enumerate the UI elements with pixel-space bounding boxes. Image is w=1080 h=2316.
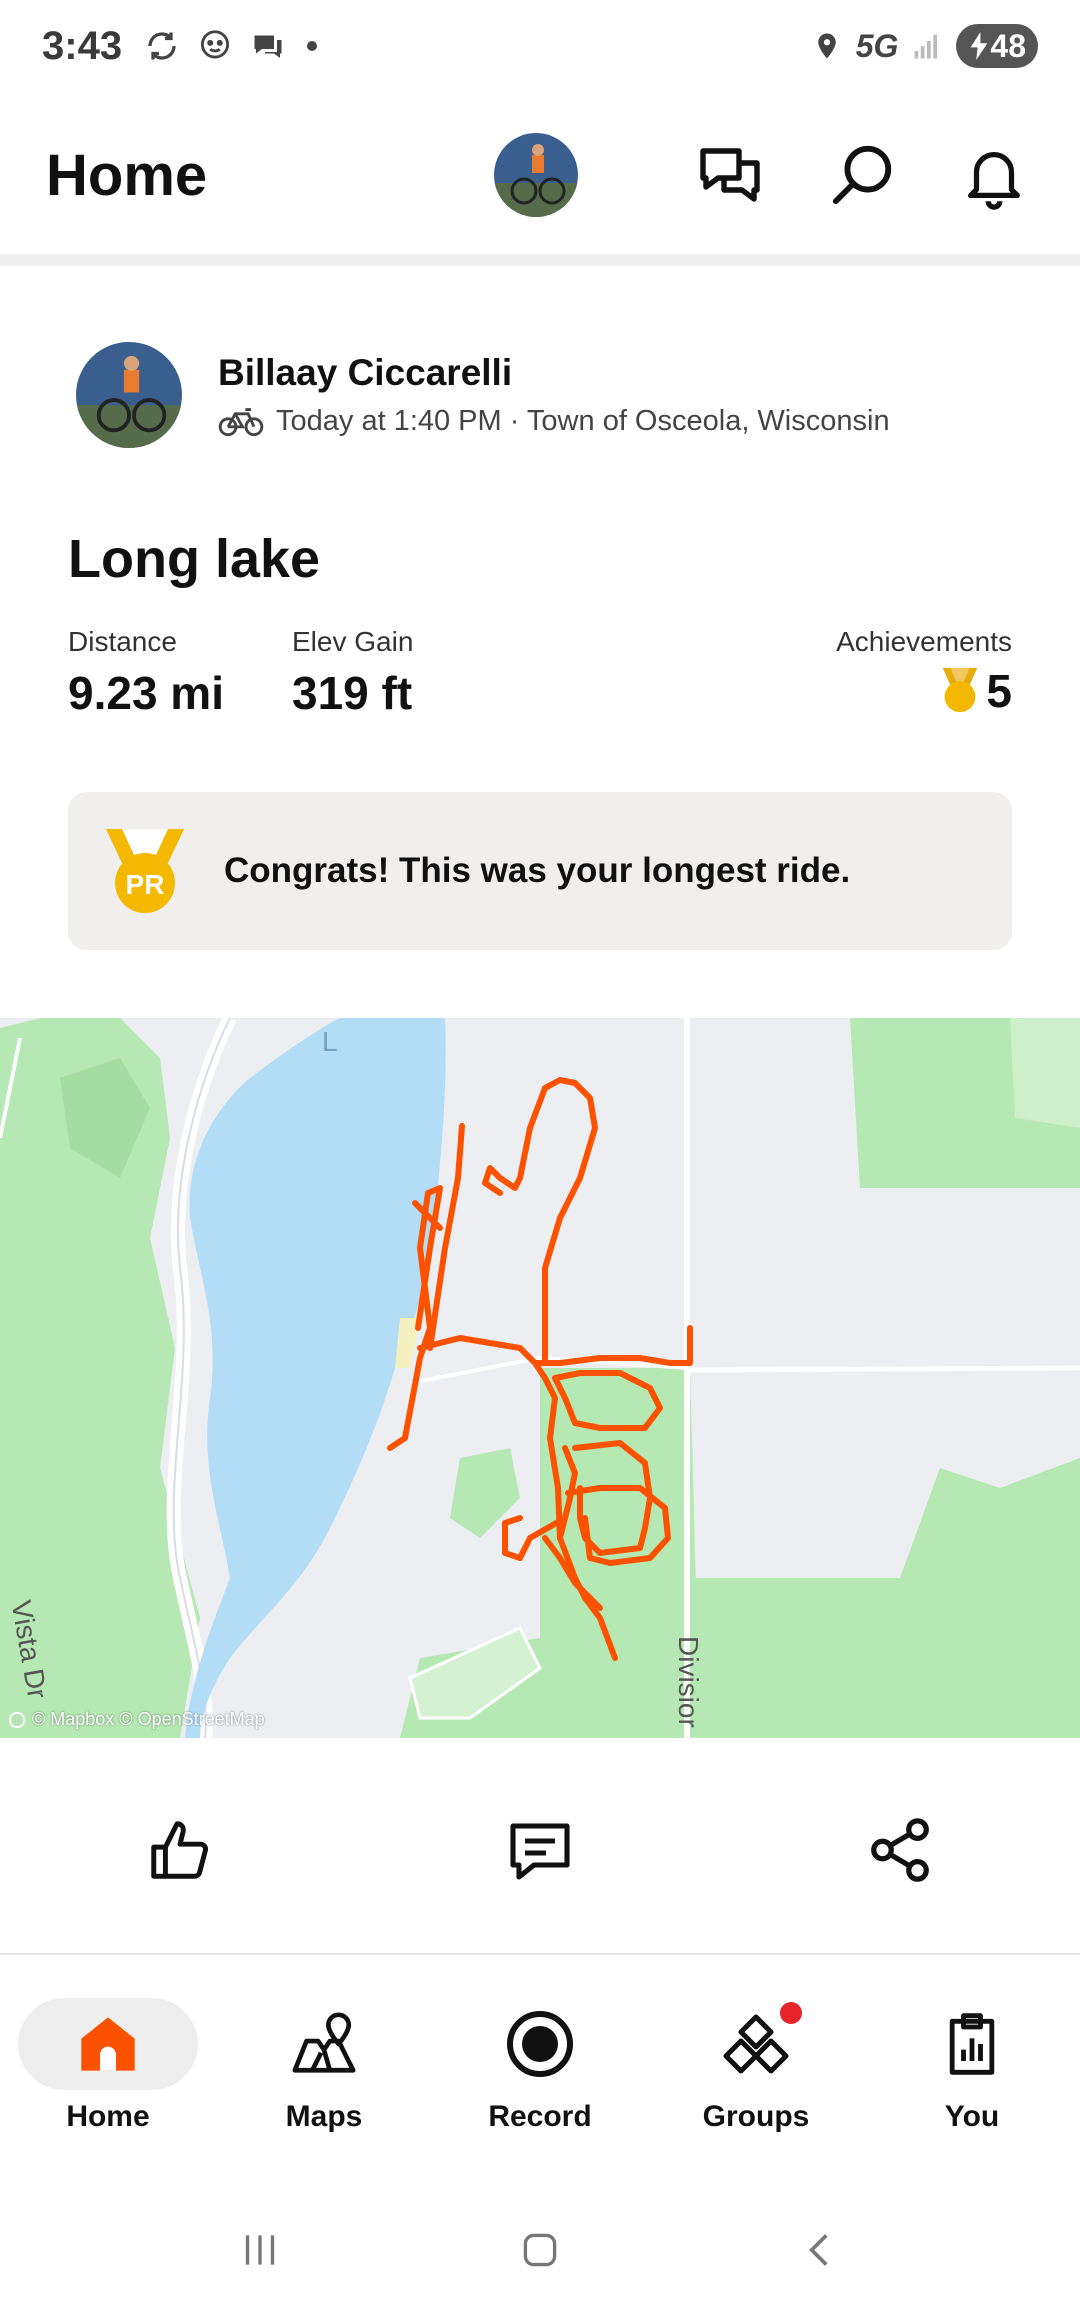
- comment-icon: [510, 1823, 570, 1880]
- pr-medal-icon: PR: [106, 829, 184, 913]
- pr-banner-text: Congrats! This was your longest ride.: [224, 851, 851, 890]
- nav-groups-label: Groups: [702, 2100, 810, 2133]
- map-label-divisior: Divisior: [673, 1636, 704, 1728]
- search-button[interactable]: [822, 135, 902, 215]
- stat-achievements-label: Achievements: [836, 626, 1012, 657]
- stat-distance: Distance 9.23 mi: [68, 626, 224, 720]
- achievements-row: 5: [836, 664, 1012, 718]
- athlete-info: Billaay Ciccarelli Today at 1:40 PM · To…: [218, 352, 890, 438]
- achievements-count: 5: [986, 665, 1012, 717]
- back-icon[interactable]: [795, 2225, 845, 2275]
- location-icon: [817, 33, 836, 59]
- dot-icon: [307, 41, 318, 51]
- status-time: 3:43: [42, 23, 123, 68]
- signal-icon: [914, 34, 938, 59]
- search-icon: [832, 145, 892, 205]
- activity-map[interactable]: Vista Dr Divisior L i © Mapbox © OpenStr…: [0, 1018, 1080, 1738]
- maps-icon: [292, 2012, 356, 2073]
- pr-badge-text: PR: [126, 869, 165, 900]
- status-notification-icons: [144, 27, 322, 65]
- athlete-row[interactable]: Billaay Ciccarelli Today at 1:40 PM · To…: [76, 342, 890, 448]
- nav-maps[interactable]: Maps: [234, 1998, 414, 2134]
- map-label-lake: L: [322, 1026, 338, 1057]
- waze-icon: [200, 30, 230, 59]
- nav-maps-icon-wrap: [234, 1998, 414, 2090]
- activity-meta: Today at 1:40 PM · Town of Osceola, Wisc…: [218, 404, 890, 438]
- map-canvas: [0, 1018, 1080, 1738]
- nav-record-icon-wrap: [450, 1998, 630, 2090]
- nav-home-icon-wrap: [18, 1998, 198, 2090]
- header-actions: [494, 133, 1034, 217]
- stat-achievements[interactable]: Achievements 5: [836, 626, 1012, 718]
- stat-elev-label: Elev Gain: [292, 626, 414, 657]
- info-icon: i: [8, 1711, 26, 1728]
- nav-you-icon-wrap: [882, 1998, 1062, 2090]
- recents-icon[interactable]: [235, 2225, 285, 2275]
- medal-icon: [943, 667, 978, 713]
- battery-level: 48: [990, 27, 1026, 64]
- page-title: Home: [46, 142, 208, 208]
- share-button[interactable]: [855, 1805, 945, 1895]
- network-type: 5G: [855, 27, 899, 64]
- stat-elev-gain: Elev Gain 319 ft: [292, 626, 413, 720]
- chat-icon: [700, 148, 760, 202]
- activity-meta-text: Today at 1:40 PM · Town of Osceola, Wisc…: [276, 404, 890, 437]
- profile-avatar[interactable]: [494, 133, 578, 217]
- nav-record-label: Record: [488, 2100, 592, 2133]
- nav-home[interactable]: Home: [18, 1998, 198, 2134]
- kudos-icon: [151, 1821, 209, 1879]
- battery-charging-icon: [971, 32, 988, 60]
- battery-indicator: 48: [956, 24, 1038, 68]
- athlete-name[interactable]: Billaay Ciccarelli: [218, 352, 890, 394]
- nav-home-label: Home: [66, 2100, 150, 2133]
- bike-icon: [218, 408, 264, 437]
- kudos-button[interactable]: [135, 1805, 225, 1895]
- record-icon: [507, 2011, 573, 2077]
- nav-you-label: You: [944, 2100, 1000, 2133]
- you-icon: [949, 2013, 995, 2075]
- nav-maps-label: Maps: [285, 2100, 363, 2133]
- pr-banner[interactable]: PR Congrats! This was your longest ride.: [68, 792, 1012, 950]
- notifications-button[interactable]: [954, 135, 1034, 215]
- stat-elev-value: 319 ft: [292, 667, 413, 719]
- activity-stats: Distance 9.23 mi Elev Gain 319 ft Achiev…: [68, 626, 1012, 736]
- stat-distance-value: 9.23 mi: [68, 667, 224, 719]
- nav-divider: [0, 1953, 1080, 1955]
- forest-area-top-right-light: [1010, 1018, 1080, 1128]
- activity-title[interactable]: Long lake: [68, 528, 320, 590]
- nav-groups[interactable]: Groups: [666, 1998, 846, 2134]
- comment-button[interactable]: [495, 1805, 585, 1895]
- map-attribution-text: © Mapbox © OpenStreetMap: [32, 1709, 265, 1729]
- system-nav-bar: [0, 2210, 1080, 2290]
- map-attribution[interactable]: i © Mapbox © OpenStreetMap: [8, 1709, 265, 1730]
- home-icon: [81, 2017, 135, 2071]
- stat-distance-label: Distance: [68, 626, 177, 657]
- road-east: [686, 1365, 1080, 1373]
- activity-actions: [0, 1800, 1080, 1900]
- status-system-icons: 5G 48: [812, 24, 1038, 68]
- header-divider: [0, 254, 1080, 266]
- sync-icon: [148, 32, 176, 60]
- chat-button[interactable]: [690, 135, 770, 215]
- athlete-avatar[interactable]: [76, 342, 182, 448]
- nav-record[interactable]: Record: [450, 1998, 630, 2134]
- status-bar: 3:43 5G 48: [0, 0, 1080, 92]
- nav-you[interactable]: You: [882, 1998, 1062, 2134]
- nav-groups-icon-wrap: [666, 1998, 846, 2090]
- home-icon[interactable]: [515, 2225, 565, 2275]
- app-header: Home: [0, 100, 1080, 250]
- messages-icon: [254, 35, 282, 58]
- bottom-nav: Home Maps Record Groups You: [0, 1998, 1080, 2148]
- share-icon: [871, 1818, 929, 1882]
- bell-icon: [968, 151, 1020, 210]
- svg-text:i: i: [16, 1715, 18, 1726]
- groups-notification-dot: [780, 2002, 802, 2024]
